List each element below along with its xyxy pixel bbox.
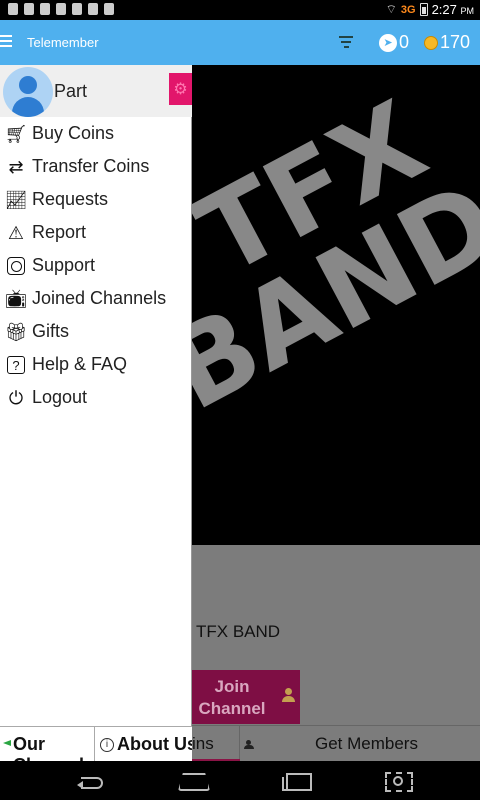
network-type: 3G [400,3,416,16]
our-channel-button[interactable]: Our Channel [0,727,95,762]
recent-apps-icon[interactable] [282,769,312,791]
menu-item-report[interactable]: ⚠ Report [0,216,192,249]
system-navigation-bar [0,761,480,800]
screenshot-icon[interactable] [383,769,413,792]
question-icon: ? [5,354,27,376]
chart-icon: 📈︎ [4,190,28,210]
menu-item-gifts[interactable]: 🎁︎ Gifts [0,315,192,348]
menu-item-buy-coins[interactable]: 🛒︎ Buy Coins [0,117,192,150]
app-bar: Telemember ➤ 0 170 [0,20,480,65]
gift-icon: 🎁︎ [4,322,28,342]
tab-get-members[interactable]: Get Members [240,726,480,762]
support-icon [5,255,27,277]
menu-item-transfer-coins[interactable]: ⇄ Transfer Coins [0,150,192,183]
members-icon [244,740,256,749]
home-icon[interactable] [178,769,208,791]
notification-icon [104,3,114,15]
about-us-button[interactable]: i About Us [96,727,192,762]
warning-icon: ⚠ [7,223,25,243]
transfer-icon: ⇄ [8,157,24,177]
coin-counter[interactable]: 170 [424,32,470,53]
hamburger-menu-icon[interactable] [0,35,14,49]
navigation-drawer: Part ⚙ 🛒︎ Buy Coins ⇄ Transfer Coins 📈︎ … [0,65,192,762]
notification-icon [24,3,34,15]
join-channel-button[interactable]: Join Channel [192,670,300,724]
telegram-counter[interactable]: ➤ 0 [379,32,409,53]
channel-name: TFX BAND [196,622,281,641]
drawer-menu: 🛒︎ Buy Coins ⇄ Transfer Coins 📈︎ Request… [0,117,192,414]
menu-item-joined-channels[interactable]: 📺︎ Joined Channels [0,282,192,315]
add-user-icon [282,688,296,702]
avatar[interactable] [3,67,53,117]
notification-icon [40,3,50,15]
notification-icon [56,3,66,15]
coin-icon [424,35,438,50]
gear-icon: ⚙ [173,81,188,98]
notification-icon [72,3,82,15]
drawer-footer: Our Channel i About Us [0,726,192,762]
wifi-icon: ⌔ [385,2,397,16]
filter-icon[interactable] [338,36,354,48]
user-name: Part [54,81,88,101]
clock: 2:27 PM [431,2,474,17]
status-bar: ⌔ 3G 2:27 PM [0,0,480,20]
notification-icon [8,3,18,15]
power-icon: ⏻ [8,388,24,408]
bottom-tabs: ins Get Members [192,725,480,762]
channel-logo: TFX BAND [192,76,480,435]
menu-item-logout[interactable]: ⏻ Logout [0,381,192,414]
tab-get-coins[interactable]: ins [192,726,240,762]
notification-icons [8,3,114,15]
info-icon: i [100,738,114,752]
menu-item-requests[interactable]: 📈︎ Requests [0,183,192,216]
megaphone-icon [3,739,11,747]
notification-icon [88,3,98,15]
channel-image: TFX BAND [192,65,480,545]
menu-item-help-faq[interactable]: ? Help & FAQ [0,348,192,381]
telegram-icon: ➤ [379,33,397,52]
tv-icon: 📺︎ [4,289,28,309]
back-icon[interactable] [77,769,107,791]
settings-button[interactable]: ⚙ [169,73,192,105]
battery-icon [419,3,428,16]
menu-item-support[interactable]: Support [0,249,192,282]
app-title: Telemember [27,35,99,50]
drawer-header: Part ⚙ [0,65,192,117]
cart-icon: 🛒︎ [4,124,28,144]
